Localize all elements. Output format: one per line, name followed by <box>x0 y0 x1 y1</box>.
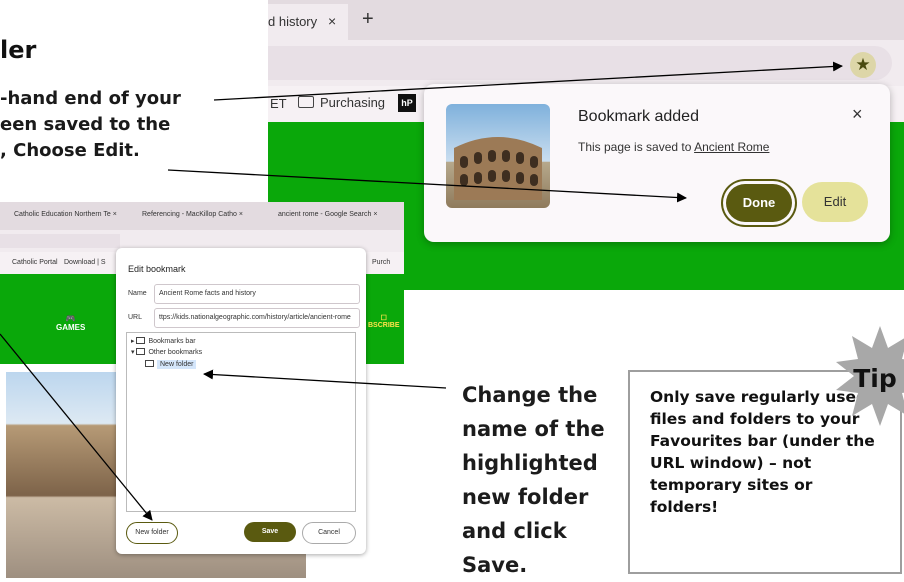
tree-item-label: Bookmarks bar <box>148 338 196 345</box>
subscribe-nav-item[interactable]: ☐ BSCRIBE <box>368 314 400 329</box>
folder-icon <box>136 337 146 344</box>
bookmark-added-popup: Bookmark added This page is saved to Anc… <box>424 84 890 242</box>
save-button[interactable]: Save <box>244 522 296 542</box>
tree-item-bookmarks-bar[interactable]: ▸ Bookmarks bar <box>131 337 196 345</box>
popup-title: Bookmark added <box>578 108 699 125</box>
popup-folder-link[interactable]: Ancient Rome <box>694 140 769 154</box>
popup-message: This page is saved to Ancient Rome <box>578 140 769 154</box>
folder-icon <box>136 348 146 355</box>
instruction-line-text: the <box>550 383 598 407</box>
games-label: GAMES <box>56 323 86 332</box>
browser-tab[interactable]: ancient rome - Google Search × <box>278 211 377 218</box>
popup-message-text: This page is saved to <box>578 140 695 154</box>
subscribe-label: BSCRIBE <box>368 322 400 329</box>
instruction-line: een saved to the <box>0 114 171 135</box>
instruction-line: -hand end of your <box>0 88 181 109</box>
new-tab-icon[interactable]: + <box>362 8 374 31</box>
url-label: URL <box>128 314 143 321</box>
instruction-text: -hand end of your een saved to the , Cho… <box>0 86 265 164</box>
browser-tab[interactable]: Referencing - MacKillop Catho × <box>142 211 243 218</box>
games-nav-item[interactable]: 🎮 GAMES <box>56 314 85 332</box>
bookmark-item[interactable]: Purch <box>372 259 390 266</box>
gamepad-icon: 🎮 <box>65 314 76 323</box>
browser-tab-strip: Catholic Education Northern Te × Referen… <box>0 202 404 230</box>
save-instruction: Change the name of the highlighted new f… <box>462 378 612 582</box>
edit-icon: ☐ <box>380 315 387 322</box>
tab-close-icon[interactable]: × <box>328 13 336 29</box>
instruction-line: Change the <box>462 378 612 412</box>
url-field[interactable]: ttps://kids.nationalgeographic.com/histo… <box>154 308 360 328</box>
tree-item-label-selected[interactable]: New folder <box>157 360 197 369</box>
page-heading: ler <box>0 36 37 64</box>
tab-title: d history <box>268 14 318 29</box>
instruction-line: , Choose Edit. <box>0 138 265 164</box>
instruction-line: new folder <box>462 485 589 509</box>
instruction-line: and click <box>462 519 567 543</box>
edit-button[interactable]: Edit <box>802 182 868 222</box>
name-field[interactable]: Ancient Rome facts and history <box>154 284 360 304</box>
browser-tab[interactable]: Catholic Education Northern Te × <box>14 211 117 218</box>
address-bar[interactable] <box>0 234 120 248</box>
instruction-line-text: , Choose <box>0 140 94 161</box>
new-folder-button[interactable]: New folder <box>126 522 178 544</box>
browser-tab[interactable]: d history × <box>268 4 348 42</box>
colosseum-thumbnail <box>446 104 550 208</box>
tree-item-label: Other bookmarks <box>148 349 203 356</box>
cancel-button[interactable]: Cancel <box>302 522 356 544</box>
bookmark-folder-purchasing[interactable]: Purchasing <box>298 95 385 110</box>
dialog-title: Edit bookmark <box>128 264 186 274</box>
bookmark-item[interactable]: Catholic Portal <box>12 259 58 266</box>
edit-bookmark-dialog: Edit bookmark Name Ancient Rome facts an… <box>116 248 366 554</box>
name-label: Name <box>128 290 147 297</box>
tree-item-new-folder[interactable]: New folder <box>145 360 197 369</box>
bookmark-item[interactable]: Download | S <box>64 259 106 266</box>
bookmark-star-icon[interactable]: ★ <box>850 52 876 78</box>
instruction-edit-word: Edit. <box>93 140 140 161</box>
bookmark-et[interactable]: ET <box>270 96 287 111</box>
instruction-change-word: Change <box>462 383 551 407</box>
folder-tree: ▸ Bookmarks bar ▾ Other bookmarks New fo… <box>126 332 356 512</box>
tree-item-other-bookmarks[interactable]: ▾ Other bookmarks <box>131 348 202 356</box>
done-button[interactable]: Done <box>726 184 792 222</box>
close-icon[interactable]: × <box>852 104 863 125</box>
address-bar[interactable] <box>268 46 892 80</box>
instruction-line: name of the <box>462 417 605 441</box>
tip-label: Tip <box>853 364 897 393</box>
folder-icon <box>145 360 154 367</box>
instruction-line: highlighted <box>462 451 598 475</box>
hp-logo-icon[interactable]: hP <box>398 94 416 112</box>
bookmark-label: Purchasing <box>320 95 386 110</box>
folder-icon <box>298 96 314 108</box>
instruction-line: Save. <box>462 553 528 577</box>
